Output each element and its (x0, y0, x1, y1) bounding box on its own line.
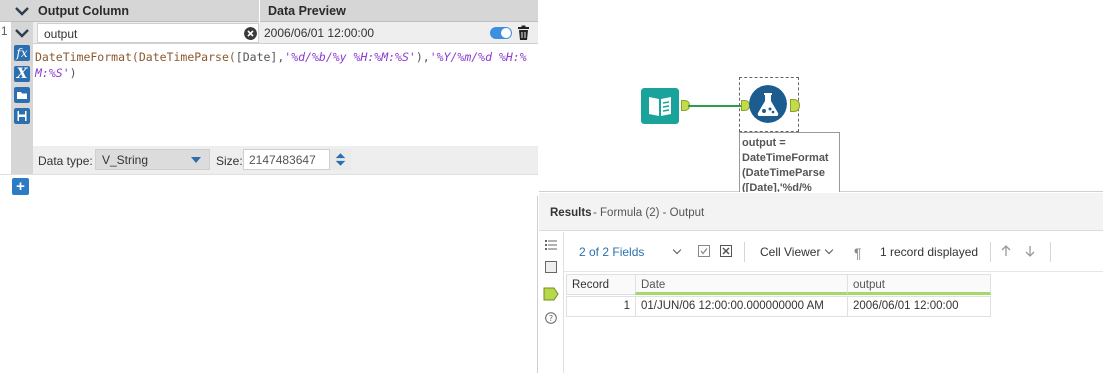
column-header-record[interactable]: Record (566, 274, 636, 295)
dropdown-caret-icon (191, 157, 201, 163)
size-spinner-icon[interactable] (329, 149, 351, 170)
toolbar-divider-2 (990, 242, 991, 262)
arrow-up-icon[interactable] (1000, 245, 1012, 257)
deselect-icon[interactable] (720, 245, 732, 257)
results-title: Results (550, 207, 592, 219)
formula-config-panel: Output Column Data Preview 1 output 2006… (0, 0, 538, 373)
data-type-select[interactable]: V_String (95, 149, 210, 170)
arrow-down-icon[interactable] (1024, 245, 1036, 257)
help-icon[interactable]: ? (545, 312, 557, 324)
cell-record[interactable]: 1 (566, 296, 636, 317)
cell-date[interactable]: 01/JUN/06 12:00:00.000000000 AM (635, 296, 848, 317)
output-column-input[interactable]: output (37, 23, 259, 43)
list-icon[interactable] (545, 239, 557, 251)
add-expression-button[interactable]: + (12, 178, 29, 195)
data-preview-header: Data Preview (268, 4, 346, 18)
row-number: 1 (1, 26, 8, 38)
expression-code[interactable]: DateTimeFormat(DateTimeParse([Date],'%d/… (35, 49, 530, 81)
output-column-row: output 2006/06/01 12:00:00 (33, 22, 538, 44)
fields-chevron-icon[interactable] (672, 245, 682, 255)
data-type-value: V_String (102, 153, 149, 167)
fields-selector[interactable]: 2 of 2 Fields (579, 245, 644, 259)
column-header-output[interactable]: output (847, 274, 991, 295)
records-count: 1 record displayed (880, 245, 979, 259)
trash-icon[interactable] (517, 25, 530, 41)
expr-fn-parse: DateTimeParse( (138, 50, 236, 64)
add-expression-row: + (0, 174, 538, 196)
expr-sep2: ), (415, 50, 430, 64)
open-expression-icon[interactable] (14, 87, 30, 103)
data-type-label: Data type: (38, 154, 93, 168)
collapse-all-chevron-icon[interactable] (12, 3, 32, 19)
save-expression-icon[interactable] (14, 108, 30, 124)
toolbar-divider-3 (1050, 242, 1051, 262)
input-data-tool-icon[interactable] (641, 88, 679, 124)
collapse-row-chevron-icon[interactable] (13, 25, 31, 41)
row-number-strip: 1 (0, 22, 11, 196)
header-divider (259, 0, 260, 22)
column-header-date[interactable]: Date (635, 274, 848, 295)
functions-icon[interactable]: fx (14, 45, 30, 61)
enable-toggle[interactable] (490, 27, 512, 39)
data-type-row: Data type: V_String Size: 2147483647 (33, 146, 538, 174)
output-column-header: Output Column (38, 4, 129, 18)
data-preview-value: 2006/06/01 12:00:00 (264, 26, 375, 40)
expr-close: ) (69, 66, 77, 80)
cell-viewer-selector[interactable]: Cell Viewer (760, 245, 820, 259)
cell-viewer-chevron-icon[interactable] (824, 245, 834, 255)
results-sidebar: ? (539, 232, 564, 373)
toolbar-divider (744, 242, 745, 262)
expr-field: [Date] (235, 50, 278, 64)
formula-tool-icon[interactable] (749, 85, 787, 123)
size-label: Size: (216, 154, 243, 168)
check-icon[interactable] (698, 245, 710, 257)
results-titlebar: Results - Formula (2) - Output (539, 193, 1103, 231)
workflow-canvas[interactable]: output = DateTimeFormat (DateTimeParse (… (539, 0, 1103, 192)
expr-parse-format: '%d/%b/%y %H:%M:%S' (284, 50, 416, 64)
results-subtitle: - Formula (2) - Output (593, 207, 705, 219)
pilcrow-icon[interactable]: ¶ (854, 245, 864, 261)
expr-fn-format: DateTimeFormat( (35, 50, 139, 64)
cell-output[interactable]: 2006/06/01 12:00:00 (847, 296, 991, 317)
results-toolbar: 2 of 2 Fields Cell Viewer ¶ 1 record dis… (564, 232, 1103, 272)
clear-field-icon[interactable] (244, 27, 257, 40)
formula-annotation: output = DateTimeFormat (DateTimeParse (… (739, 132, 840, 192)
expression-editor[interactable]: DateTimeFormat(DateTimeParse([Date],'%d/… (33, 44, 538, 146)
table-view-icon[interactable] (545, 261, 557, 273)
config-header: Output Column Data Preview (0, 0, 538, 22)
data-tag-icon[interactable] (543, 287, 559, 301)
variables-icon[interactable]: X (14, 66, 30, 82)
results-panel: Results - Formula (2) - Output ? 2 of 2 … (539, 193, 1103, 373)
svg-text:?: ? (549, 314, 553, 323)
